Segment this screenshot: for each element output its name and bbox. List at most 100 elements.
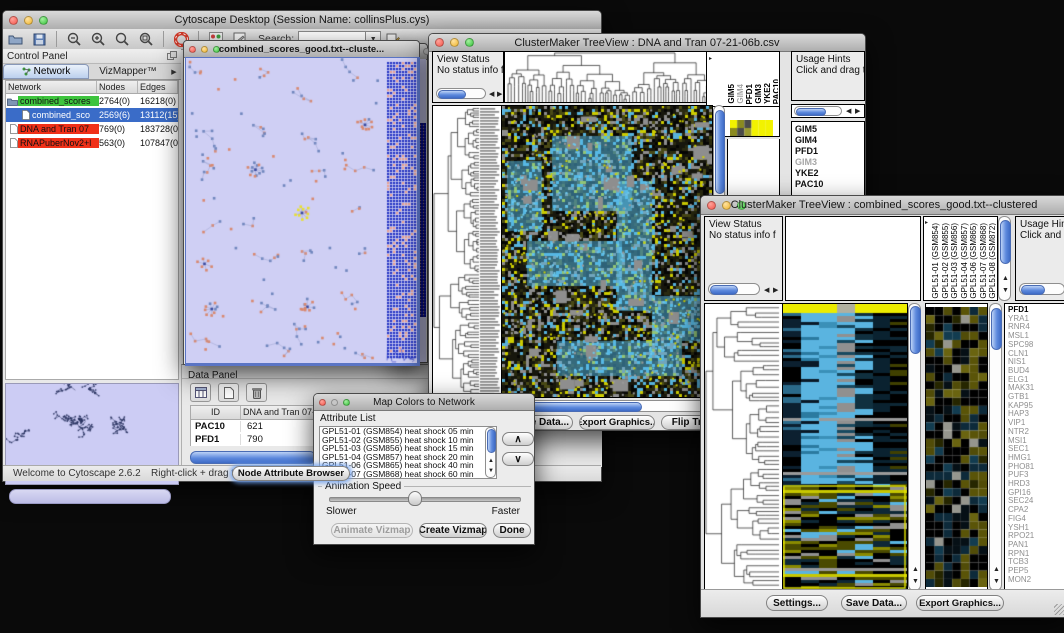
- network-name[interactable]: combined_sco: [30, 110, 99, 120]
- resize-grip[interactable]: [1054, 604, 1064, 615]
- column-label[interactable]: GIM4: [737, 84, 745, 104]
- column-label[interactable]: GIM3: [755, 84, 763, 104]
- row-dendrogram-canvas[interactable]: [433, 106, 501, 397]
- column-labels-panel[interactable]: ▸ GPL51-01 (GSM854)GPL51-02 (GSM855)GPL5…: [923, 216, 998, 301]
- zoom-fit-icon[interactable]: [135, 29, 157, 49]
- scroll-left-icon[interactable]: ◀: [846, 108, 851, 115]
- column-label[interactable]: GPL51-03 (GSM856): [951, 223, 960, 299]
- gene-label[interactable]: PAC10: [795, 179, 864, 190]
- scroll-right-icon[interactable]: ▶: [773, 287, 778, 294]
- done-button[interactable]: Done: [493, 523, 531, 538]
- heatmap-canvas[interactable]: [783, 304, 907, 590]
- export-graphics-button[interactable]: Export Graphics...: [579, 415, 655, 430]
- animation-speed-slider-track[interactable]: [329, 497, 521, 502]
- export-graphics-button[interactable]: Export Graphics...: [916, 595, 1004, 611]
- gene-label[interactable]: GIM4: [795, 135, 864, 146]
- row-dendrogram-panel[interactable]: [704, 303, 783, 591]
- scroll-up-icon[interactable]: ▲: [993, 566, 1000, 573]
- new-attribute-icon[interactable]: [218, 383, 239, 402]
- network-table-row[interactable]: RNAPuberNov2+l563(0)107847(0): [6, 136, 178, 150]
- column-dendrogram-canvas[interactable]: [505, 52, 720, 102]
- create-vizmap-button[interactable]: Create Vizmap: [419, 523, 487, 538]
- open-file-icon[interactable]: [4, 29, 26, 49]
- scroll-down-icon[interactable]: ▼: [993, 578, 1000, 585]
- scroll-right-icon[interactable]: ▸: [925, 220, 928, 226]
- scroll-left-icon[interactable]: ◀: [489, 91, 494, 98]
- heatmap-panel[interactable]: [501, 105, 713, 398]
- network-table-row[interactable]: combined_scores2764(0)16218(0): [6, 94, 178, 108]
- network-name[interactable]: DNA and Tran 07: [18, 124, 99, 134]
- row-dendrogram-canvas[interactable]: [705, 304, 782, 590]
- gene-label[interactable]: PFD1: [795, 146, 864, 157]
- heatmap-canvas[interactable]: [502, 106, 712, 397]
- view-status-scrollbar[interactable]: [436, 88, 486, 99]
- animation-speed-slider-thumb[interactable]: [408, 491, 422, 506]
- column-label[interactable]: PFD1: [746, 84, 754, 104]
- zoom-vscrollbar[interactable]: ▲ ▼: [989, 303, 1002, 591]
- move-down-button[interactable]: ∨: [502, 452, 534, 466]
- scroll-right-icon[interactable]: ▸: [709, 56, 712, 62]
- attribute-list-scrollbar[interactable]: ▲ ▼: [485, 427, 496, 478]
- overview-scrollbar[interactable]: [9, 489, 171, 504]
- zoom-out-icon[interactable]: [63, 29, 85, 49]
- column-label[interactable]: GIM5: [728, 84, 736, 104]
- correlation-matrix-canvas[interactable]: [730, 120, 773, 137]
- zoom-heatmap-canvas[interactable]: [926, 307, 987, 587]
- network-canvas[interactable]: [186, 58, 417, 363]
- network-name[interactable]: RNAPuberNov2+l: [18, 138, 99, 148]
- column-label[interactable]: GPL51-08 (GSM872): [989, 223, 996, 299]
- scroll-down-icon[interactable]: ▼: [912, 578, 919, 585]
- gene-label[interactable]: YKE2: [795, 168, 864, 179]
- global-tree-panel[interactable]: [785, 216, 921, 301]
- network-table-row[interactable]: combined_sco2569(6)13112(15): [6, 108, 178, 122]
- settings-button[interactable]: Settings...: [766, 595, 828, 611]
- heatmap-vscrollbar[interactable]: ▲ ▼: [908, 303, 921, 591]
- network-name[interactable]: combined_scores: [18, 96, 99, 106]
- network-table-header[interactable]: NetworkNodesEdges: [6, 81, 178, 94]
- scroll-up-icon[interactable]: ▲: [912, 566, 919, 573]
- node-attribute-browser-button[interactable]: Node Attribute Browser: [232, 466, 350, 481]
- network-table-header-cell[interactable]: Edges: [138, 81, 178, 93]
- scroll-up-icon[interactable]: ▲: [488, 458, 494, 464]
- usage-scrollbar[interactable]: [794, 106, 842, 116]
- network-table[interactable]: combined_scores2764(0)16218(0)combined_s…: [6, 94, 178, 150]
- usage-scrollbar[interactable]: [1019, 283, 1064, 295]
- data-table-id-header[interactable]: ID: [191, 406, 241, 419]
- main-titlebar[interactable]: Cytoscape Desktop (Session Name: collins…: [3, 11, 601, 30]
- attribute-table-icon[interactable]: [190, 383, 211, 402]
- animate-vizmap-button[interactable]: Animate Vizmap: [331, 523, 413, 538]
- scroll-down-icon[interactable]: ▼: [1002, 287, 1009, 294]
- scroll-down-icon[interactable]: ▼: [488, 468, 494, 474]
- data-panel-scrollbar[interactable]: [190, 451, 316, 464]
- column-labels-scrollbar[interactable]: ▲ ▼: [998, 216, 1011, 301]
- gene-label[interactable]: MON2: [1008, 576, 1064, 585]
- network-table-row[interactable]: DNA and Tran 07769(0)183728(0): [6, 122, 178, 136]
- gene-label[interactable]: GIM3: [795, 157, 864, 168]
- delete-attribute-icon[interactable]: [246, 383, 267, 402]
- network-table-header-cell[interactable]: Nodes: [97, 81, 138, 93]
- scroll-right-icon[interactable]: ▶: [855, 108, 860, 115]
- scroll-right-icon[interactable]: ▶: [497, 91, 502, 98]
- network-table-header-cell[interactable]: Network: [6, 81, 97, 93]
- column-label[interactable]: PAC10: [773, 79, 778, 104]
- column-label[interactable]: GPL51-01 (GSM854): [932, 223, 941, 299]
- treeview-combined-window[interactable]: ClusterMaker TreeView : combined_scores_…: [700, 195, 1064, 618]
- column-label[interactable]: GPL51-04 (GSM857): [961, 223, 970, 299]
- view-status-scrollbar[interactable]: [708, 283, 760, 295]
- column-dendrogram-panel[interactable]: [504, 51, 721, 103]
- gene-id-cell[interactable]: PAC10: [191, 421, 241, 432]
- column-label[interactable]: YKE2: [764, 83, 772, 104]
- column-label[interactable]: GPL51-06 (GSM865): [970, 223, 979, 299]
- float-panel-icon[interactable]: [167, 47, 181, 65]
- column-label[interactable]: GPL51-02 (GSM855): [942, 223, 951, 299]
- save-icon[interactable]: [28, 29, 50, 49]
- gene-id-cell[interactable]: PFD1: [191, 434, 241, 445]
- gene-label[interactable]: GIM5: [795, 124, 864, 135]
- column-label[interactable]: GPL51-07 (GSM868): [980, 223, 989, 299]
- heatmap-panel[interactable]: [782, 303, 908, 591]
- scroll-left-icon[interactable]: ◀: [764, 287, 769, 294]
- network-view-window[interactable]: combined_scores_good.txt--cluste...: [183, 40, 420, 365]
- tab-network[interactable]: Network: [3, 64, 89, 79]
- zoom-selected-icon[interactable]: [111, 29, 133, 49]
- zoom-heatmap-panel[interactable]: [925, 303, 988, 591]
